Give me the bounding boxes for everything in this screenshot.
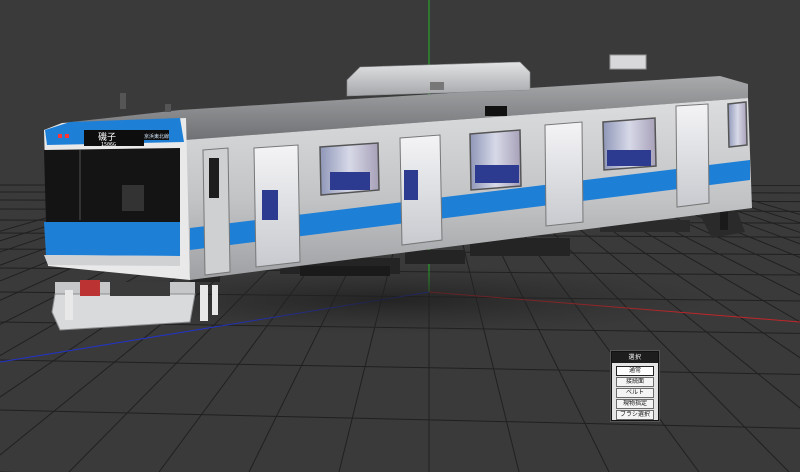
selection-button-0[interactable]: 通常 [616, 366, 654, 376]
selection-button-list: 通常 接続面 ベルト 現物指定 ブラシ選択 [612, 363, 658, 420]
route-sign: 京浜東北線 [144, 133, 169, 140]
3d-viewport[interactable]: 磯子 1506G 京浜東北線 選択 通常 接続面 ベルト 現物指定 ブラシ選択 [0, 0, 800, 472]
grid-line [0, 409, 800, 429]
front-cab: 磯子 1506G 京浜東北線 [44, 118, 190, 280]
selection-button-4[interactable]: ブラシ選択 [616, 410, 654, 420]
3d-scene[interactable]: 磯子 1506G 京浜東北線 [0, 0, 800, 472]
selection-panel: 選択 通常 接続面 ベルト 現物指定 ブラシ選択 [611, 351, 659, 421]
side-destination-display [485, 106, 507, 116]
selection-button-2[interactable]: ベルト [616, 388, 654, 398]
selection-button-1[interactable]: 接続面 [616, 377, 654, 387]
selection-panel-title: 選択 [612, 352, 658, 363]
selection-button-3[interactable]: 現物指定 [616, 399, 654, 409]
train-number-sign: 1506G [101, 142, 116, 148]
